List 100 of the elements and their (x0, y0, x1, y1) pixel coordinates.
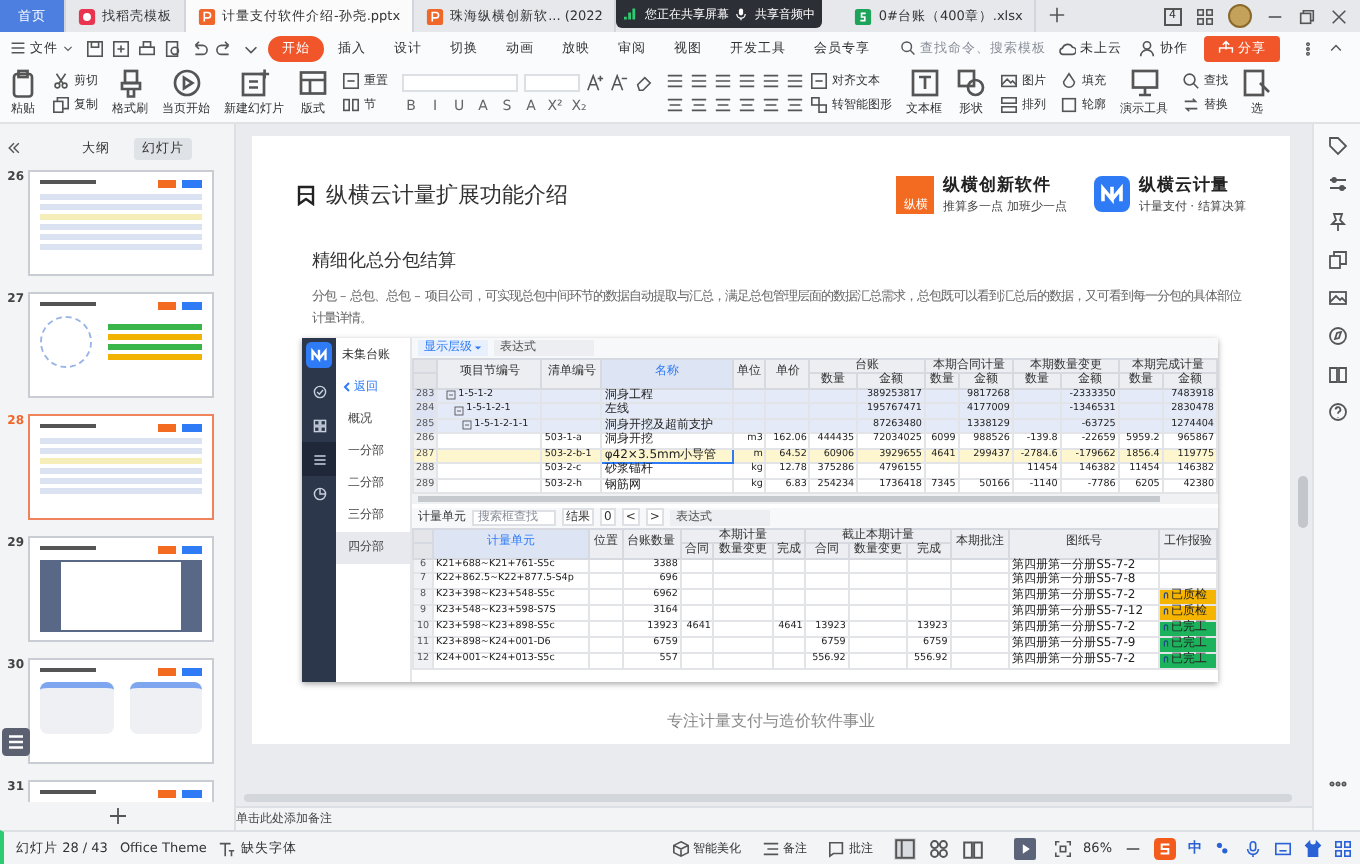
list-icon[interactable] (762, 72, 780, 90)
chevron-left-icon (342, 382, 352, 392)
list-icon[interactable] (666, 72, 684, 90)
bookmark-icon (296, 183, 316, 205)
input-method-icon[interactable] (1154, 837, 1176, 859)
grid-view-icon[interactable] (927, 837, 950, 859)
restore-icon[interactable] (1298, 7, 1316, 25)
collapse-panel-icon[interactable] (6, 140, 22, 156)
person-icon (1138, 39, 1156, 57)
avatar[interactable] (1228, 4, 1252, 28)
layout-icon (298, 68, 328, 98)
copy-icon[interactable] (1327, 250, 1347, 270)
align-icon[interactable] (666, 96, 684, 114)
book-icon[interactable] (1327, 364, 1347, 384)
square-icon (1060, 96, 1078, 114)
drop-icon (1060, 72, 1078, 90)
compass-icon[interactable] (1327, 326, 1347, 346)
font-size-field[interactable] (524, 73, 580, 91)
presentation-file-icon (426, 7, 445, 25)
preview-icon[interactable] (164, 39, 182, 57)
scissors-icon (52, 72, 70, 90)
more-icon[interactable] (1300, 39, 1316, 57)
reset-icon (342, 72, 360, 90)
normal-view-icon[interactable] (893, 837, 916, 859)
align-icon[interactable] (786, 96, 804, 114)
sliders-icon[interactable] (1327, 174, 1347, 194)
copy-icon (52, 96, 70, 114)
undo-icon[interactable] (190, 39, 208, 57)
image-icon[interactable] (1327, 288, 1347, 308)
slide-thumbnail[interactable] (28, 536, 214, 642)
font-grow-icon[interactable] (586, 73, 604, 91)
redo-icon[interactable] (216, 39, 234, 57)
circle-logo-icon (78, 7, 96, 25)
align-icon[interactable] (762, 96, 780, 114)
slide-thumbnail[interactable] (28, 292, 214, 398)
font-shrink-icon[interactable] (610, 73, 628, 91)
align-icon[interactable] (738, 96, 756, 114)
cube-icon (671, 839, 690, 857)
collapse-box-icon[interactable] (462, 420, 473, 431)
align-icon[interactable] (714, 96, 732, 114)
list-icon (311, 451, 327, 467)
microphone-icon[interactable] (1244, 839, 1262, 857)
save-icon[interactable] (86, 39, 104, 57)
microphone-icon (734, 6, 749, 22)
slide-footer: 专注计量支付与造价软件事业 (296, 710, 1246, 732)
spreadsheet-file-icon (854, 7, 873, 25)
slide-heading: 精细化总分包结算 (312, 249, 458, 274)
slide-thumbnail[interactable] (28, 414, 214, 520)
reading-view-icon[interactable] (961, 837, 984, 859)
search-icon (1182, 72, 1200, 90)
presentation-file-icon (198, 7, 216, 25)
menu-icon (10, 40, 26, 56)
grid-icon[interactable] (1196, 7, 1214, 25)
list-icon[interactable] (786, 72, 804, 90)
logo-name: 纵横云计量 (1138, 173, 1231, 197)
align-box-icon (810, 72, 828, 90)
list-icon[interactable] (738, 72, 756, 90)
smart-graphic-icon (810, 96, 828, 114)
collapse-icon[interactable] (1328, 40, 1344, 56)
keyboard-icon[interactable] (1274, 839, 1292, 857)
apps-icon[interactable] (1334, 839, 1352, 857)
shapes-icon (956, 68, 986, 98)
list-icon[interactable] (714, 72, 732, 90)
pie-chart-icon (311, 485, 327, 501)
eraser-icon[interactable] (634, 73, 652, 91)
print-icon[interactable] (138, 39, 156, 57)
punctuation-icon[interactable] (1214, 839, 1232, 857)
fit-icon[interactable] (1053, 839, 1072, 857)
close-icon[interactable] (1330, 7, 1348, 25)
scrollbar[interactable] (412, 494, 1218, 504)
list-view-icon[interactable] (2, 728, 30, 756)
pin-icon[interactable] (1327, 212, 1347, 232)
shirt-icon[interactable] (1304, 839, 1322, 857)
export-icon[interactable] (112, 39, 130, 57)
app-logo-icon (306, 342, 332, 368)
section-icon (342, 96, 360, 114)
align-icon[interactable] (690, 96, 708, 114)
collapse-box-icon[interactable] (454, 405, 465, 416)
cloud-icon (1058, 39, 1076, 57)
search-icon (900, 40, 916, 56)
tag-icon[interactable] (1327, 136, 1347, 156)
slide-thumbnail[interactable] (28, 170, 214, 276)
scrollbar[interactable] (236, 790, 1312, 806)
list-icon[interactable] (690, 72, 708, 90)
grid-icon (311, 417, 327, 433)
font-name-field[interactable] (402, 73, 518, 91)
play-icon (171, 68, 201, 98)
comment-icon (827, 839, 846, 857)
slide-thumbnail[interactable] (28, 658, 214, 764)
collapse-box-icon[interactable] (446, 390, 457, 401)
font-icon (218, 839, 237, 857)
stack-icon (1000, 96, 1018, 114)
slide-title: 纵横云计量扩展功能介绍 (326, 179, 568, 209)
nav-button[interactable] (302, 442, 336, 476)
picture-icon (1000, 72, 1018, 90)
plus-icon[interactable] (1048, 6, 1067, 24)
logo-name: 纵横创新软件 (942, 173, 1053, 197)
new-slide-icon (239, 68, 269, 98)
add-slide-icon[interactable] (107, 806, 127, 826)
help-icon[interactable] (1327, 402, 1347, 422)
